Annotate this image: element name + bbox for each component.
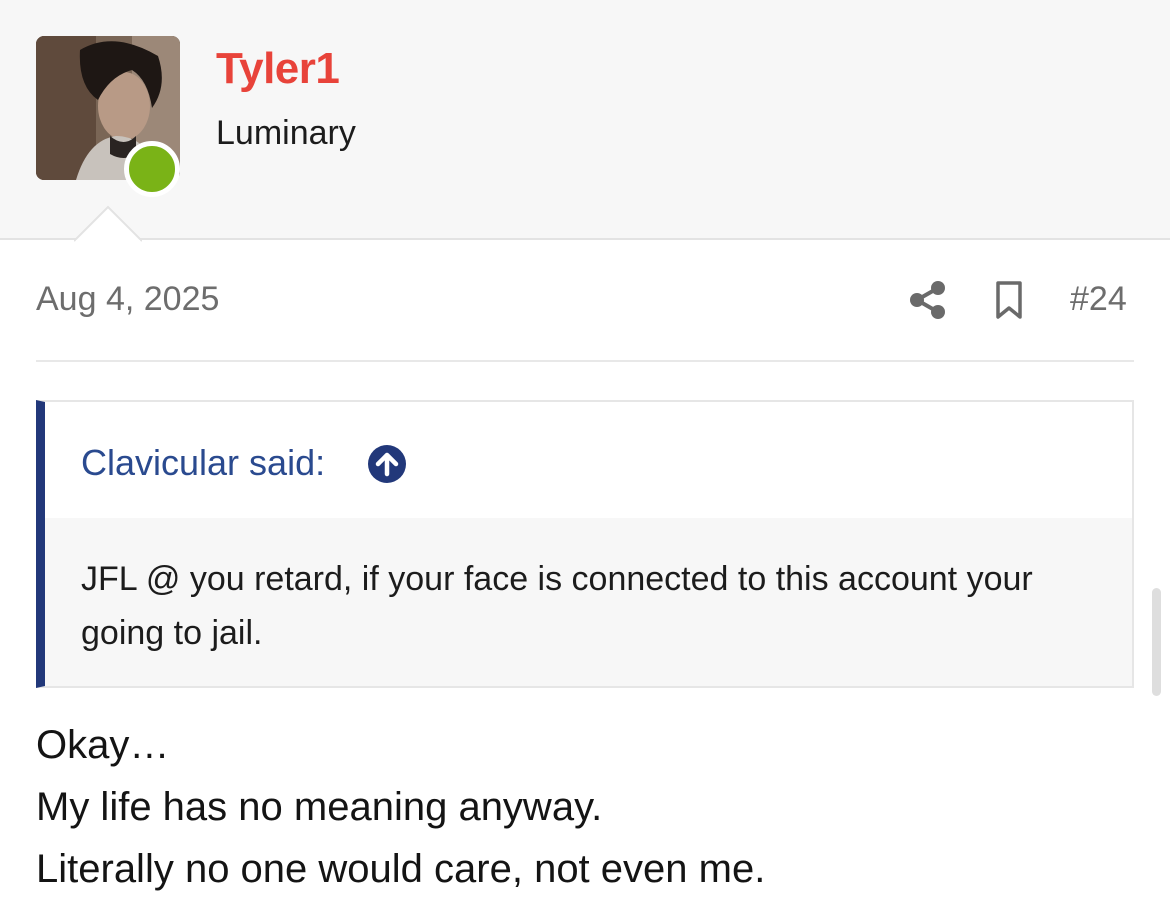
divider — [36, 360, 1134, 362]
post-body: Okay… My life has no meaning anyway. Lit… — [36, 714, 1136, 900]
post-date[interactable]: Aug 4, 2025 — [36, 280, 219, 319]
post-text-line: My life has no meaning anyway. — [36, 785, 603, 829]
post-user-header: Tyler1 Luminary — [0, 0, 1170, 242]
share-icon[interactable] — [907, 279, 949, 321]
quote-text: JFL @ you retard, if your face is connec… — [81, 560, 1033, 652]
username-link[interactable]: Tyler1 — [216, 44, 340, 94]
forum-post: Tyler1 Luminary Aug 4, 2025 #24 Clavicul… — [0, 0, 1170, 922]
post-text-line: Okay… — [36, 723, 170, 767]
post-text-line: Literally no one would care, not even me… — [36, 847, 766, 891]
scrollbar-thumb[interactable] — [1152, 588, 1161, 696]
user-title: Luminary — [216, 114, 356, 152]
online-status-indicator — [124, 141, 180, 197]
arrow-up-circle-icon[interactable] — [367, 444, 407, 484]
post-number-link[interactable]: #24 — [1070, 280, 1127, 319]
quote-header: Clavicular said: — [45, 402, 1132, 518]
quote-block: Clavicular said: JFL @ you retard, if yo… — [36, 400, 1134, 688]
quote-author-link[interactable]: Clavicular said: — [81, 442, 325, 484]
bookmark-icon[interactable] — [990, 279, 1028, 321]
header-pointer-arrow — [74, 205, 142, 242]
